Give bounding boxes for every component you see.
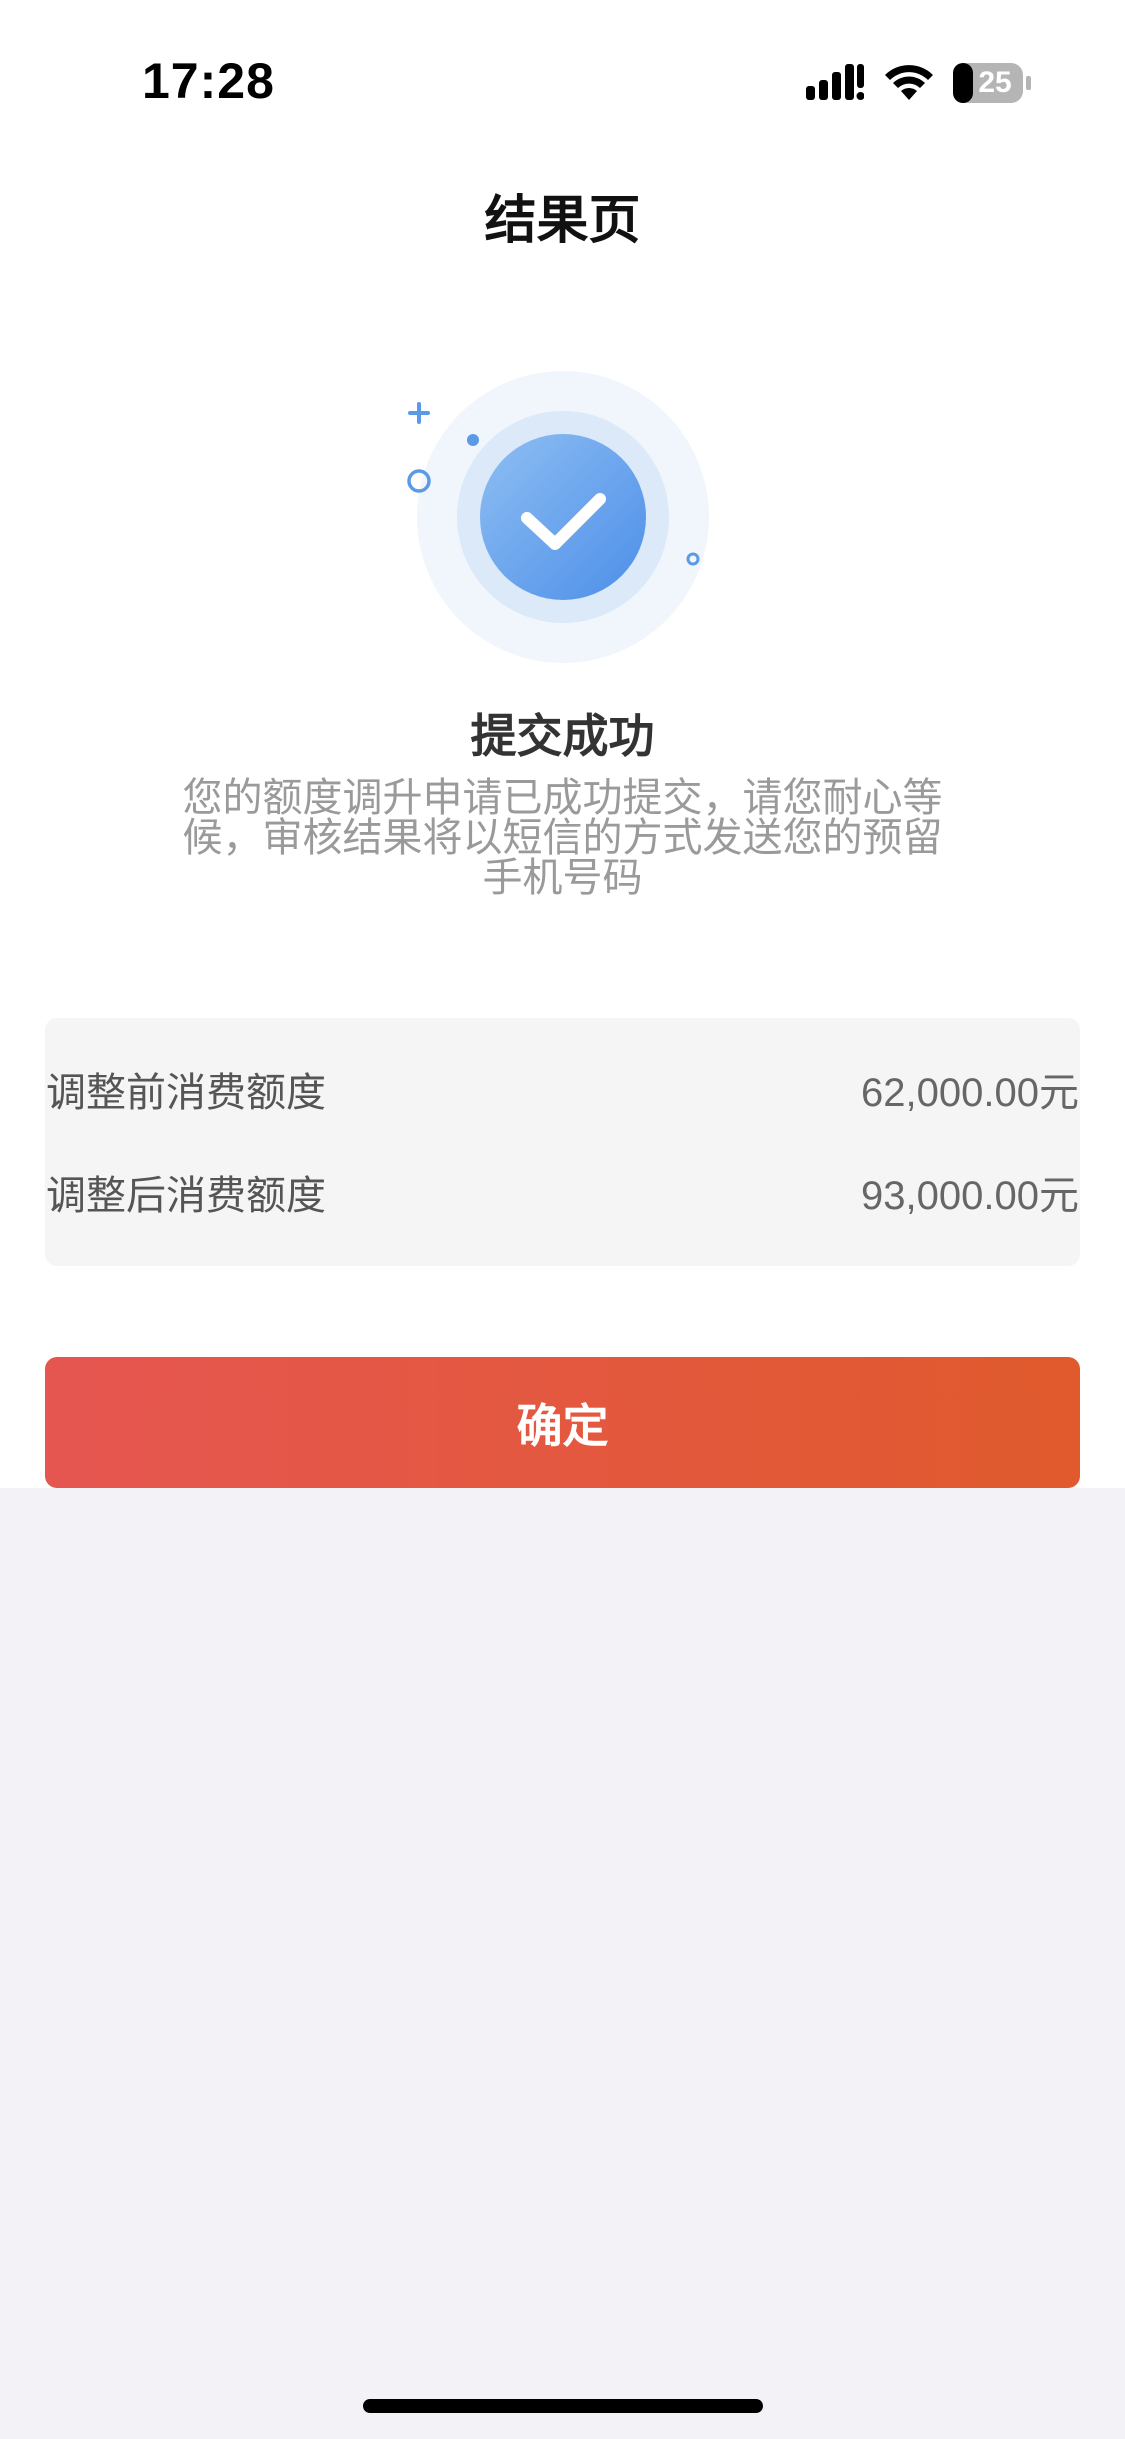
quota-row-before: 调整前消费额度 62,000.00元 bbox=[46, 1060, 1079, 1120]
quota-card bbox=[45, 1018, 1080, 1266]
quota-label: 调整前消费额度 bbox=[46, 1070, 326, 1116]
success-title: 提交成功 bbox=[470, 709, 655, 763]
success-check-icon bbox=[407, 371, 709, 663]
description-line: 手机号码 bbox=[482, 855, 643, 901]
quota-label: 调整后消费额度 bbox=[46, 1173, 326, 1219]
page-title: 结果页 bbox=[484, 191, 641, 251]
battery-level: 25 bbox=[978, 66, 1012, 99]
description-line: 您的额度调升申请已成功提交，请您耐心等 bbox=[182, 775, 943, 821]
sparkle-icon bbox=[408, 402, 430, 424]
home-indicator[interactable] bbox=[363, 2399, 763, 2413]
quota-value: 93,000.00元 bbox=[861, 1174, 1079, 1218]
quota-row-after: 调整后消费额度 93,000.00元 bbox=[46, 1163, 1079, 1223]
quota-value: 62,000.00元 bbox=[861, 1071, 1079, 1115]
confirm-button[interactable]: 确定 bbox=[45, 1357, 1080, 1488]
status-time: 17:28 bbox=[142, 53, 275, 109]
wifi-icon bbox=[885, 65, 933, 100]
signal-icon bbox=[806, 64, 864, 100]
status-bar: 17:28 25 bbox=[0, 0, 1125, 150]
description-line: 候，审核结果将以短信的方式发送您的预留 bbox=[182, 815, 943, 861]
success-description: 您的额度调升申请已成功提交，请您耐心等 候，审核结果将以短信的方式发送您的预留 … bbox=[150, 778, 975, 898]
